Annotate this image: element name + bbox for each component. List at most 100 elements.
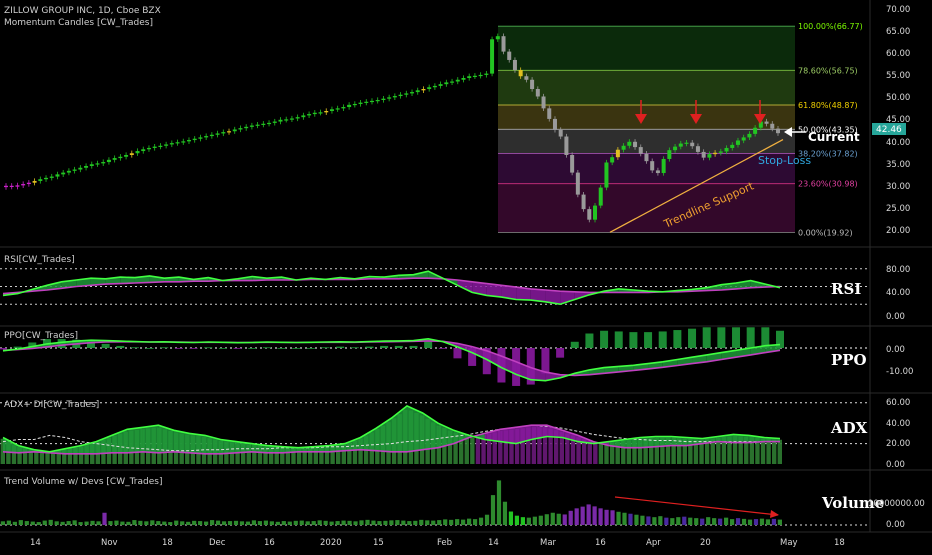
volume-tick: 10000000.00 [868,499,925,509]
candle-body [10,186,14,187]
adx-panel-name: ADX [830,419,868,437]
volume-bar [377,521,381,525]
candle-body [95,163,99,164]
volume-bar [419,520,423,525]
volume-bar [718,519,722,525]
volume-bar [730,519,734,525]
volume-bar [449,520,453,525]
volume-bar [258,521,262,525]
volume-bar [712,518,716,525]
volume-bar [19,520,23,525]
volume-bar [664,518,668,525]
candle-body [301,115,305,117]
candle-body [536,89,540,96]
candle-body [530,80,534,89]
candle-body [604,162,608,187]
volume-bar [634,515,638,525]
date-tick: Apr [646,538,661,548]
ppo-histogram-bar [600,331,608,348]
candle-body [164,144,168,145]
candle-body [90,164,94,166]
candle-body [673,147,677,151]
volume-bar [610,510,614,525]
volume-bar [150,520,154,525]
volume-bar [371,521,375,525]
volume-bar [593,506,597,525]
ppo-histogram-bar [116,346,124,348]
candle-body [507,52,511,60]
ppo-histogram-bar [102,344,110,348]
adx-bar [588,441,592,464]
ppo-histogram-bar [278,348,286,349]
candle-body [553,119,557,130]
date-tick: 14 [488,538,499,548]
volume-bar [341,521,345,525]
volume-bar [336,521,340,525]
volume-bar [616,512,620,525]
volume-bar [204,522,208,525]
candle-body [707,154,711,158]
fib-level-label: 61.80%(48.87) [798,101,858,110]
ppo-histogram-bar [175,348,183,349]
ppo-histogram-bar [703,327,711,348]
candle-body [421,89,425,90]
candle-body [496,36,500,39]
fib-level-label: 0.00%(19.92) [798,228,853,237]
date-tick: May [780,538,798,548]
candle-body [193,139,197,140]
volume-bar [55,521,59,525]
price-tick: 40.00 [886,138,910,148]
volume-bar [688,518,692,525]
ppo-histogram-bar [453,348,461,358]
candle-body [261,124,265,125]
candle-body [370,101,374,102]
volume-bar [270,521,274,525]
candle-body [679,144,683,147]
candle-body [347,105,351,107]
candle-body [198,137,202,138]
price-tick: 35.00 [886,160,910,170]
volume-bar [646,516,650,525]
candle-body [542,96,546,108]
volume-bar [437,520,441,525]
volume-bar [31,522,35,525]
price-axis: 70.00 65.00 60.00 55.00 50.00 45.00 40.0… [886,5,910,236]
volume-bar [628,514,632,525]
adx-fill [360,428,376,450]
candle-body [73,170,77,171]
candle-body [599,188,603,206]
fib-zone [498,105,795,129]
adx-tick: 20.00 [886,439,910,449]
candle-body [187,140,191,141]
candle-body [124,155,128,157]
candle-body [776,129,780,134]
candle-body [376,100,380,101]
date-tick: Feb [437,538,452,548]
candle-body [244,127,248,128]
volume-bar [754,519,758,525]
ppo-histogram-bar [219,348,227,349]
volume-bar [682,517,686,525]
volume-bar [604,510,608,525]
ppo-histogram-bar [248,348,256,349]
volume-bar [545,514,549,525]
candle-body [399,95,403,96]
ppo-histogram-bar [322,347,330,348]
candle-body [627,142,631,146]
volume-bar [497,480,501,525]
candle-body [622,146,626,150]
adx-fill [345,437,361,450]
candle-body [113,158,117,160]
candle-body [50,177,54,178]
candle-body [55,174,59,176]
price-tick: 50.00 [886,93,910,103]
volume-bar [174,521,178,525]
candle-body [118,157,122,158]
volume-bar [264,521,268,525]
adx-bar [599,444,603,464]
candle-body [61,173,65,175]
candle-body [587,209,591,220]
candle-body [450,82,454,83]
volume-bar [67,521,71,525]
ppo-histogram-bar [131,347,139,348]
